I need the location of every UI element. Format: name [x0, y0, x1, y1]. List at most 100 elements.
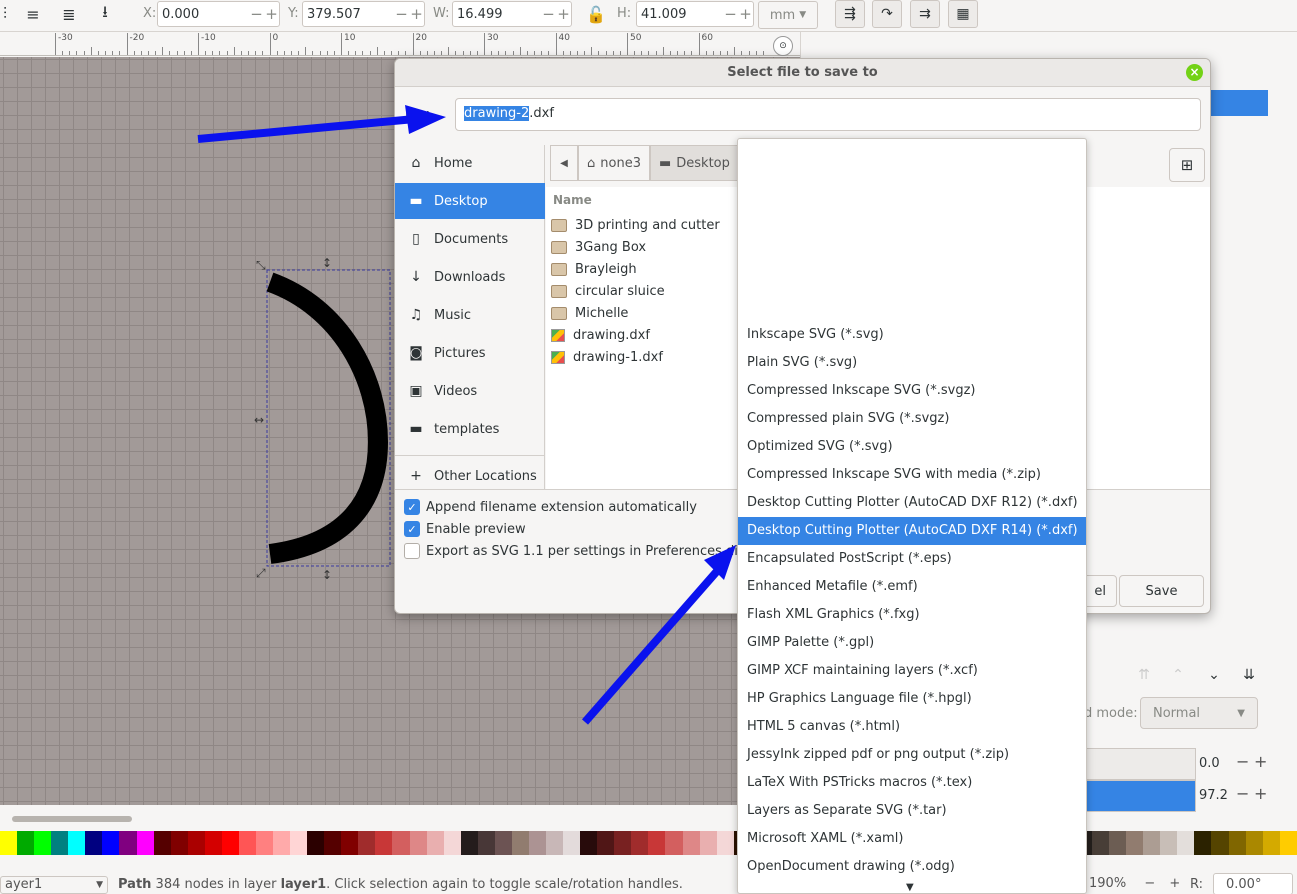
blur-slider[interactable]: [1086, 748, 1196, 780]
w-decrement-button[interactable]: −: [541, 5, 556, 23]
palette-swatch[interactable]: [648, 831, 666, 855]
close-icon[interactable]: ×: [1186, 64, 1203, 81]
file-type-option[interactable]: HTML 5 canvas (*.html): [738, 713, 1086, 741]
path-home-button[interactable]: ⌂ none3: [578, 145, 650, 181]
palette-swatch[interactable]: [375, 831, 393, 855]
palette-swatch[interactable]: [153, 831, 171, 855]
palette-swatch[interactable]: [102, 831, 120, 855]
scroll-down-icon[interactable]: ▼: [906, 882, 914, 893]
zoom-in-button[interactable]: +: [1169, 876, 1180, 891]
move-bottom-icon[interactable]: ⇊: [1238, 664, 1260, 686]
palette-swatch[interactable]: [85, 831, 103, 855]
h-field[interactable]: 41.009 − +: [636, 1, 754, 27]
palette-swatch[interactable]: [187, 831, 205, 855]
file-type-option[interactable]: LaTeX With PSTricks macros (*.tex): [738, 769, 1086, 797]
palette-swatch[interactable]: [1177, 831, 1195, 855]
lower-to-bottom-icon[interactable]: ⭳: [92, 2, 118, 25]
palette-swatch[interactable]: [1109, 831, 1127, 855]
color-palette[interactable]: [0, 831, 1297, 855]
palette-swatch[interactable]: [580, 831, 598, 855]
palette-swatch[interactable]: [1245, 831, 1263, 855]
append-extension-option[interactable]: ✓ Append filename extension automatically: [404, 499, 697, 515]
palette-swatch[interactable]: [0, 831, 18, 855]
checkbox-unchecked-icon[interactable]: [404, 543, 420, 559]
palette-swatch[interactable]: [511, 831, 529, 855]
list-item[interactable]: drawing-1.dxf: [551, 346, 663, 368]
palette-swatch[interactable]: [119, 831, 137, 855]
list-item[interactable]: 3Gang Box: [551, 236, 646, 258]
transform-stroke-button[interactable]: ⇶: [835, 0, 865, 28]
palette-swatch[interactable]: [563, 831, 581, 855]
palette-swatch[interactable]: [1211, 831, 1229, 855]
file-type-option[interactable]: Layers as Separate SVG (*.tar): [738, 797, 1086, 825]
place-documents[interactable]: ▯ Documents: [395, 221, 545, 257]
palette-swatch[interactable]: [682, 831, 700, 855]
filename-input[interactable]: drawing-2.dxf: [455, 98, 1201, 131]
y-field[interactable]: 379.507 − +: [302, 1, 425, 27]
panel-selected-row[interactable]: [1208, 90, 1268, 116]
list-item[interactable]: Brayleigh: [551, 258, 637, 280]
place-videos[interactable]: ▣ Videos: [395, 373, 545, 409]
w-value[interactable]: 16.499: [453, 7, 541, 22]
x-decrement-button[interactable]: −: [249, 5, 264, 23]
palette-swatch[interactable]: [716, 831, 734, 855]
align-icon[interactable]: ⫶: [0, 3, 18, 25]
list-item[interactable]: drawing.dxf: [551, 324, 650, 346]
palette-swatch[interactable]: [665, 831, 683, 855]
move-top-icon[interactable]: ⇈: [1133, 664, 1155, 686]
file-type-option[interactable]: Desktop Cutting Plotter (AutoCAD DXF R12…: [738, 489, 1086, 517]
checkbox-checked-icon[interactable]: ✓: [404, 521, 420, 537]
file-type-option[interactable]: HP Graphics Language file (*.hpgl): [738, 685, 1086, 713]
file-type-option[interactable]: GIMP Palette (*.gpl): [738, 629, 1086, 657]
palette-swatch[interactable]: [546, 831, 564, 855]
palette-swatch[interactable]: [460, 831, 478, 855]
file-type-option[interactable]: Desktop Cutting Plotter (AutoCAD DXF R14…: [738, 517, 1086, 545]
palette-swatch[interactable]: [597, 831, 615, 855]
lower-icon[interactable]: ≣: [56, 3, 82, 25]
opacity-value[interactable]: 97.2: [1199, 788, 1228, 803]
file-type-option[interactable]: GIMP XCF maintaining layers (*.xcf): [738, 657, 1086, 685]
file-type-dropdown[interactable]: ▼ Inkscape SVG (*.svg) Plain SVG (*.svg) C…: [737, 138, 1087, 894]
palette-swatch[interactable]: [170, 831, 188, 855]
palette-swatch[interactable]: [443, 831, 461, 855]
file-type-option[interactable]: Optimized SVG (*.svg): [738, 433, 1086, 461]
unit-select[interactable]: mm ▼: [758, 1, 818, 29]
palette-swatch[interactable]: [494, 831, 512, 855]
palette-swatch[interactable]: [426, 831, 444, 855]
file-type-option[interactable]: OpenDocument drawing (*.odg): [738, 853, 1086, 881]
palette-swatch[interactable]: [341, 831, 359, 855]
layer-select[interactable]: ayer1 ▼: [0, 876, 108, 894]
x-field[interactable]: 0.000 − +: [157, 1, 280, 27]
palette-swatch[interactable]: [477, 831, 495, 855]
palette-swatch[interactable]: [221, 831, 239, 855]
h-decrement-button[interactable]: −: [723, 5, 738, 23]
blur-value[interactable]: 0.0: [1199, 756, 1220, 771]
palette-swatch[interactable]: [51, 831, 69, 855]
place-music[interactable]: ♫ Music: [395, 297, 545, 333]
y-value[interactable]: 379.507: [303, 7, 394, 22]
palette-swatch[interactable]: [409, 831, 427, 855]
w-field[interactable]: 16.499 − +: [452, 1, 572, 27]
transform-corners-button[interactable]: ↷: [872, 0, 902, 28]
save-button[interactable]: Save: [1119, 575, 1204, 607]
blur-decrement-button[interactable]: −: [1236, 752, 1249, 771]
opacity-slider[interactable]: [1086, 780, 1196, 812]
palette-swatch[interactable]: [204, 831, 222, 855]
palette-swatch[interactable]: [238, 831, 256, 855]
list-item[interactable]: Michelle: [551, 302, 628, 324]
palette-swatch[interactable]: [324, 831, 342, 855]
zoom-value[interactable]: 190%: [1089, 876, 1126, 891]
y-increment-button[interactable]: +: [409, 5, 424, 23]
palette-swatch[interactable]: [273, 831, 291, 855]
palette-swatch[interactable]: [528, 831, 546, 855]
new-folder-button[interactable]: ⊞: [1169, 148, 1205, 182]
file-type-option[interactable]: Inkscape SVG (*.svg): [738, 321, 1086, 349]
palette-swatch[interactable]: [136, 831, 154, 855]
palette-swatch[interactable]: [614, 831, 632, 855]
palette-swatch[interactable]: [1160, 831, 1178, 855]
zoom-field[interactable]: 190% − +: [1089, 876, 1180, 891]
file-type-option[interactable]: Plain SVG (*.svg): [738, 349, 1086, 377]
w-increment-button[interactable]: +: [556, 5, 571, 23]
palette-swatch[interactable]: [631, 831, 649, 855]
palette-swatch[interactable]: [1262, 831, 1280, 855]
